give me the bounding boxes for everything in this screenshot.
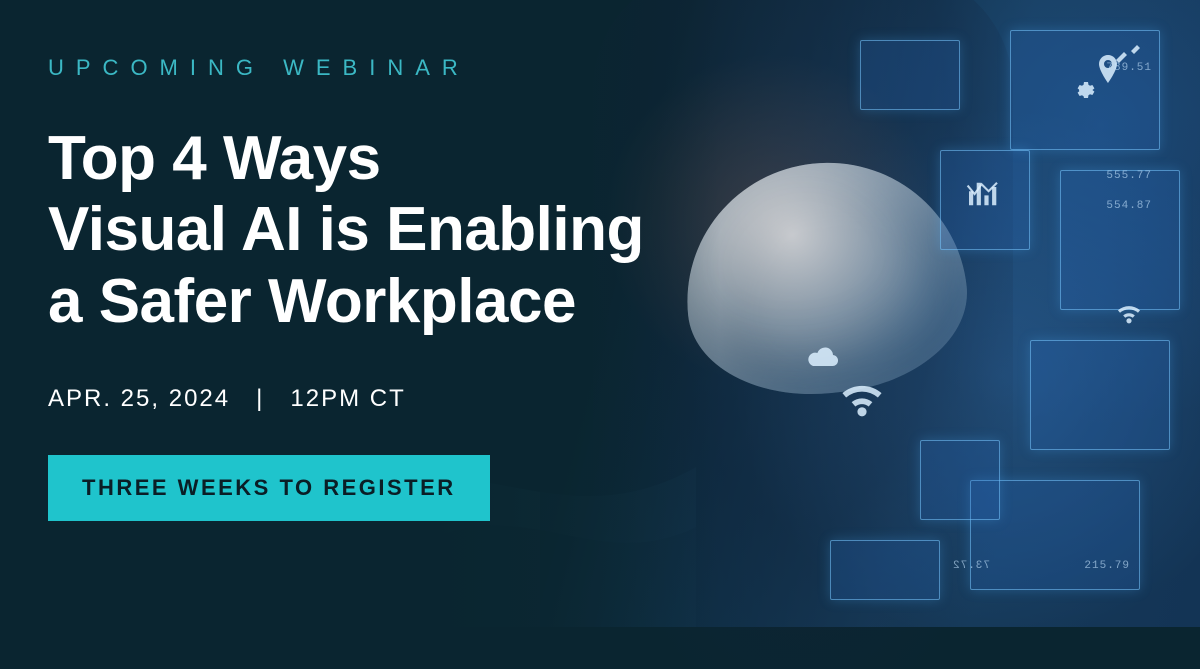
datetime-separator: | [256,385,264,412]
headline-line: a Safer Workplace [48,267,576,336]
hud-panel [1060,170,1180,310]
bar-chart-icon [966,180,1000,208]
webinar-hero-banner: 789.51 554.87 215.79 73.72 555.77 UPCOMI… [0,0,1200,627]
event-datetime: APR. 25, 2024 | 12PM CT [48,385,704,413]
headline: Top 4 Ways Visual AI is Enabling a Safer… [48,123,704,337]
register-cta-button[interactable]: THREE WEEKS TO REGISTER [48,455,490,521]
wifi-icon [1113,300,1145,326]
hud-panel [830,540,940,600]
hud-number: 554.87 [1106,200,1152,212]
gear-icon [1071,78,1095,102]
wifi-icon [834,375,890,421]
cloud-icon [806,345,840,369]
hud-panel [860,40,960,110]
hud-number: 555.77 [1106,170,1152,182]
hud-number: 73.72 [952,560,990,572]
headline-line: Visual AI is Enabling [48,195,644,264]
headline-line: Top 4 Ways [48,124,381,193]
hud-panel [1030,340,1170,450]
event-time: 12PM CT [290,385,405,412]
hero-text-block: UPCOMING WEBINAR Top 4 Ways Visual AI is… [0,0,744,627]
eyebrow-label: UPCOMING WEBINAR [48,55,704,81]
hud-number: 789.51 [1106,62,1152,74]
event-date: APR. 25, 2024 [48,385,230,412]
hud-number: 215.79 [1084,560,1130,572]
hud-panel [920,440,1000,520]
